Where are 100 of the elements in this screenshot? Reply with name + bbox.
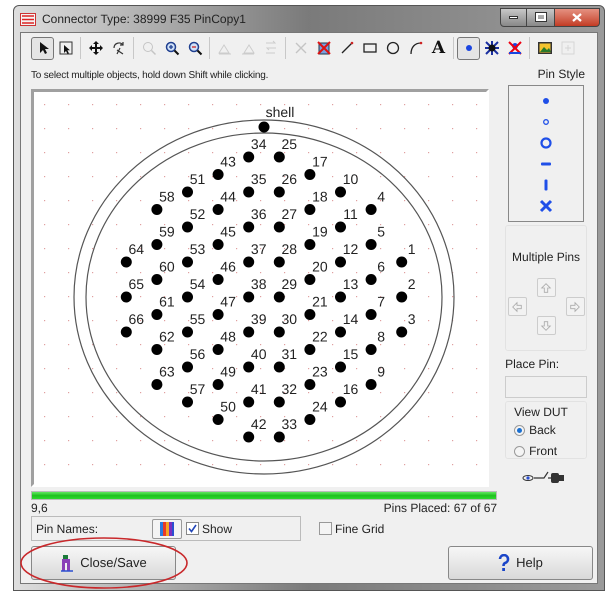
pin-label: 16 [342,381,358,397]
pin-dot[interactable] [396,292,408,302]
view-dut-title: View DUT [514,404,569,421]
pin-dot[interactable] [182,186,193,198]
pin-dot[interactable] [366,204,377,215]
pin-dot[interactable] [151,379,162,390]
pin-dot[interactable] [335,362,346,372]
pin-dot[interactable] [304,204,316,215]
pin-dot[interactable] [151,239,162,250]
pin-dot[interactable] [274,152,285,162]
pin-names-label: Pin Names: [36,520,100,538]
color-picker-button[interactable] [152,518,182,538]
pin-dot[interactable] [243,326,254,338]
pin-dot[interactable] [120,326,132,338]
pin-dot[interactable] [182,292,193,302]
help-button[interactable]: Help [448,546,593,580]
delete-all-icon [316,40,332,56]
pin-dot[interactable] [243,222,254,232]
pin-dot[interactable] [366,379,377,390]
pin-dot[interactable] [212,344,224,355]
cross-icon[interactable] [538,198,554,214]
pin-dot[interactable] [274,186,285,198]
pin-dot[interactable] [366,309,377,320]
pin-dot[interactable] [182,222,193,232]
rotate-icon [110,40,126,56]
pin-dot[interactable] [212,309,224,320]
pin-dot[interactable] [274,292,285,302]
pin-dot[interactable] [243,152,254,162]
pin-dot[interactable] [243,396,254,408]
pin-dot[interactable] [243,362,254,372]
pin-dot[interactable] [304,169,316,180]
pin-dot[interactable] [182,256,193,268]
ring-icon[interactable] [538,134,554,151]
pin-dot[interactable] [304,274,316,285]
pin-dot[interactable] [335,292,346,302]
fine-grid-checkbox[interactable] [319,522,332,535]
close-button[interactable] [554,8,600,26]
pin-dot[interactable] [366,274,377,285]
pin-dot[interactable] [304,414,316,425]
pin-dot[interactable] [182,326,193,338]
pin-dot[interactable] [335,222,346,232]
pin-dot[interactable] [304,239,316,250]
pin-dot[interactable] [182,362,193,372]
pin-dot[interactable] [212,169,224,180]
pin-label: 47 [220,294,236,310]
pin-dot[interactable] [396,256,408,268]
pin-dot[interactable] [396,326,408,338]
pin-dot[interactable] [335,186,346,198]
pin-remove-icon [506,40,522,56]
pin-dot[interactable] [212,274,224,285]
pin-dot[interactable] [335,256,346,268]
drawing-canvas[interactable]: shell 64 65 66 58 59 60 61 62 63 51 52 53 54 55 56 57 43 44 45 46 47 48 49 50 34 35 36 37 38 39 40 41 42 25 26 27 28 29 30 31 32 33 17 18 19 20 21 22 23 24 10 11 12 13 14 15 16 4 5 6 7 8 9 1 2 3 [31,89,489,487]
pin-dot[interactable] [151,309,162,320]
pin-dot[interactable] [151,344,162,355]
pin-dot[interactable] [151,204,162,215]
pin-dot[interactable] [366,239,377,250]
toolbar-button[interactable]: A [427,36,450,60]
pin-label: 48 [220,328,236,344]
pin-label: 8 [377,328,385,344]
show-checkbox[interactable] [186,522,199,535]
pin-dot[interactable] [304,379,316,390]
pin-label: 27 [282,206,298,222]
pin-dot[interactable] [120,256,132,268]
eye-connector-icon [522,469,566,485]
pin-dot[interactable] [151,274,162,285]
pin-dot[interactable] [274,256,285,268]
radio-button[interactable] [514,446,526,456]
pin-dot[interactable] [182,396,193,408]
pin-label: 19 [312,224,328,240]
pin-dot[interactable] [304,309,316,320]
pin-dot[interactable] [212,414,224,425]
pin-dot[interactable] [335,326,346,338]
pin-dot[interactable] [212,239,224,250]
pin-dot[interactable] [274,396,285,408]
pin-dot[interactable] [243,256,254,268]
pin-dot[interactable] [243,432,254,442]
maximize-button[interactable] [527,8,554,26]
pin-label: 10 [342,171,358,187]
pin-dot[interactable] [274,362,285,372]
pin-label: 55 [190,311,206,327]
radio-button[interactable] [514,424,526,436]
close-save-button[interactable]: Close/Save [31,546,176,580]
pin-label: 54 [190,276,206,292]
pin-dot[interactable] [212,379,224,390]
select-icon [58,40,74,56]
pin-dot[interactable] [274,432,285,442]
toolbar-button[interactable] [31,36,54,60]
pin-dot[interactable] [243,186,254,198]
pin-dot[interactable] [120,292,132,302]
pin-dot[interactable] [366,344,377,355]
pin-dot[interactable] [212,204,224,215]
minimize-button[interactable] [500,8,527,26]
pin-dot[interactable] [304,344,316,355]
pin-dot[interactable] [274,326,285,338]
pin-dot[interactable] [243,292,254,302]
pin-label: 4 [377,188,385,204]
toolbar-button[interactable] [457,36,480,60]
pin-dot[interactable] [274,222,285,232]
pin-dot[interactable] [258,122,270,132]
pin-dot[interactable] [335,396,346,408]
